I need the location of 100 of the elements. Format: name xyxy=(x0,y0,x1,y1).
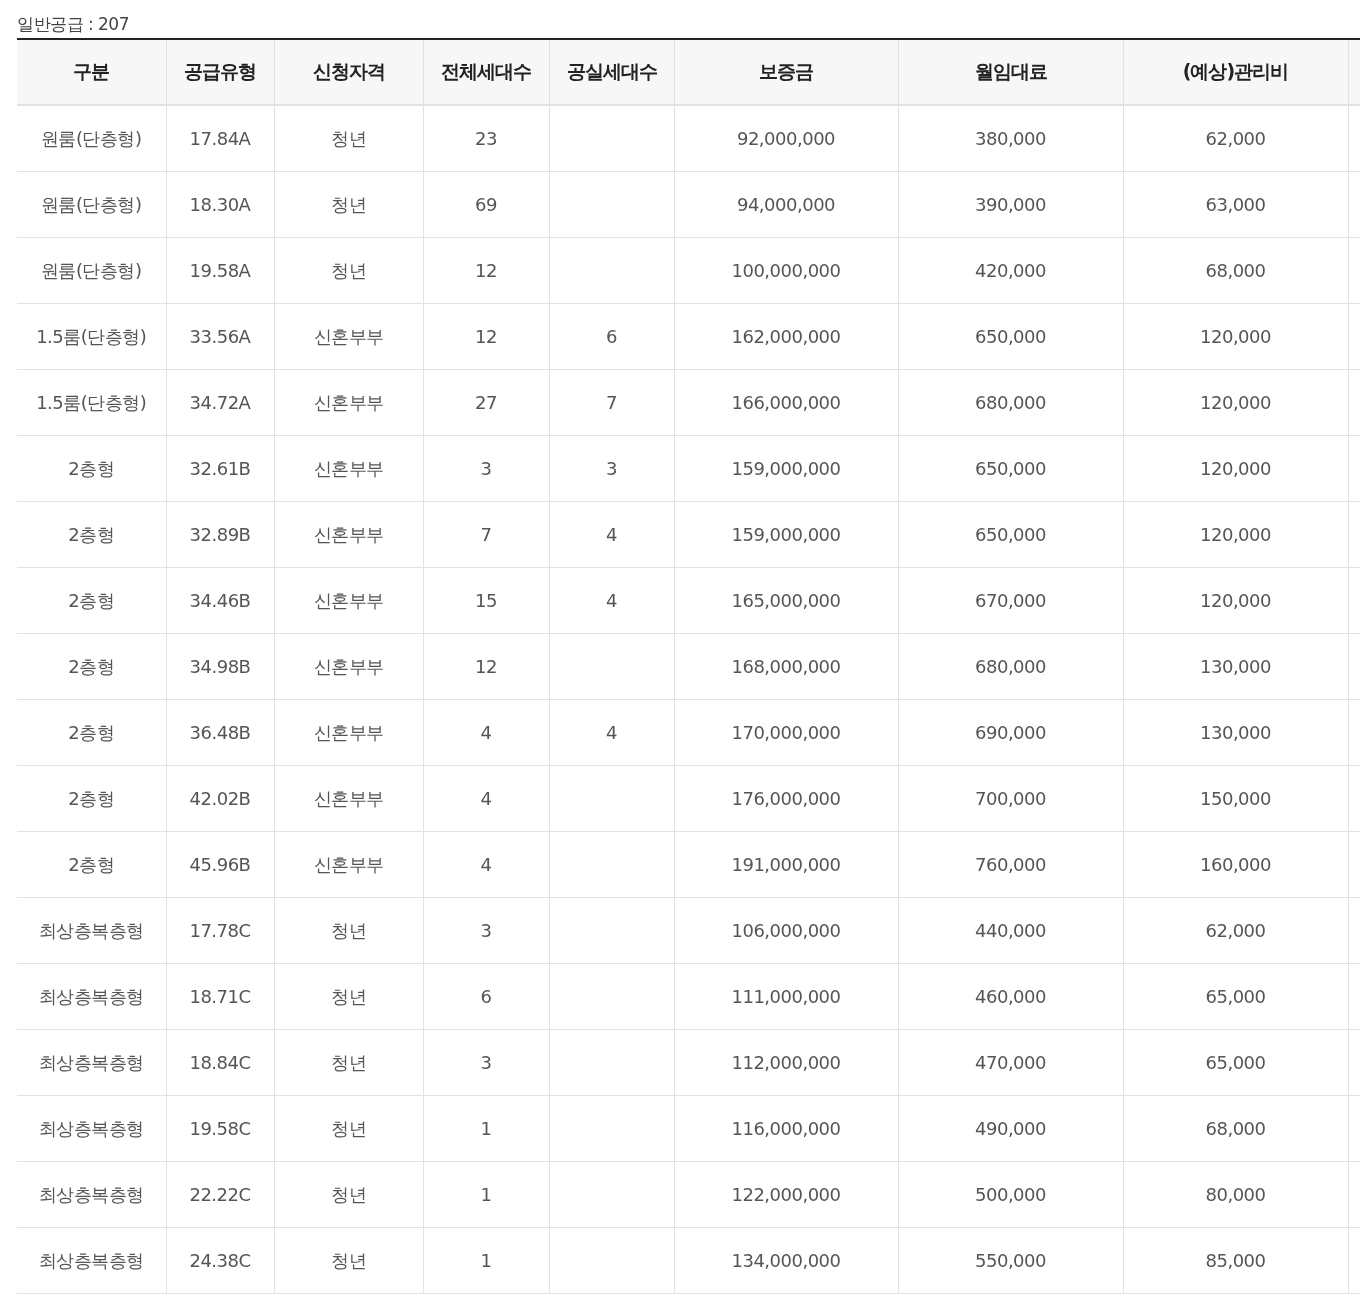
table-cell: 191,000,000 xyxy=(674,831,898,898)
table-cell: 34.98B xyxy=(166,633,274,700)
table-cell: 3 xyxy=(423,1029,549,1096)
table-cell: 650,000 xyxy=(898,435,1123,502)
table-cell: 12 xyxy=(423,237,549,304)
table-cell: 500,000 xyxy=(898,1161,1123,1228)
table-cell: 2층형 xyxy=(17,765,166,832)
table-cell: 159,000,000 xyxy=(674,501,898,568)
table-cell: 4 xyxy=(423,699,549,766)
table-cell: 63,000 xyxy=(1123,171,1348,238)
table-cell: 15 xyxy=(423,567,549,634)
table-cell: 160,000 xyxy=(1123,831,1348,898)
table-cell: 80,000 xyxy=(1123,1161,1348,1228)
table-cell: 490,000 xyxy=(898,1095,1123,1162)
table-cell: 신혼부부 xyxy=(274,765,423,832)
table-cell: 69 xyxy=(423,171,549,238)
table-cell: 65,000 xyxy=(1123,1029,1348,1096)
table-cell: 청년 xyxy=(274,963,423,1030)
table-cell: 최상층복층형 xyxy=(17,897,166,964)
table-cell: 원룸(단층형) xyxy=(17,105,166,172)
table-cell: 45.96B xyxy=(166,831,274,898)
table-cell: 760,000 xyxy=(898,831,1123,898)
table-cell: 68,000 xyxy=(1123,1095,1348,1162)
table-cell: 23 xyxy=(423,105,549,172)
table-cell: 120,000 xyxy=(1123,303,1348,370)
table-cell: 36.48B xyxy=(166,699,274,766)
table-cell: 18.84C xyxy=(166,1029,274,1096)
table-cell: 2층형 xyxy=(17,831,166,898)
table-cell: 27 xyxy=(423,369,549,436)
table-cell: 112,000,000 xyxy=(674,1029,898,1096)
table-cell: 550,000 xyxy=(898,1227,1123,1294)
supply-count-caption: 일반공급 : 207 xyxy=(17,13,130,36)
table-cell: 650,000 xyxy=(898,501,1123,568)
table-cell: 신혼부부 xyxy=(274,303,423,370)
table-cell: 150,000 xyxy=(1123,765,1348,832)
table-cell: 2층형 xyxy=(17,633,166,700)
table-cell: 3 xyxy=(549,435,674,502)
table-cell: 690,000 xyxy=(898,699,1123,766)
column-header: 공급유형 xyxy=(166,39,274,105)
table-cell: 116,000,000 xyxy=(674,1095,898,1162)
table-cell: 청년 xyxy=(274,897,423,964)
table-cell: 420,000 xyxy=(898,237,1123,304)
table-cell: 4 xyxy=(549,567,674,634)
table-cell: 170,000,000 xyxy=(674,699,898,766)
table-cell: 최상층복층형 xyxy=(17,1095,166,1162)
table-cell: 신혼부부 xyxy=(274,633,423,700)
table-cell: 3 xyxy=(423,435,549,502)
table-cell: 3 xyxy=(423,897,549,964)
table-cell: 최상층복층형 xyxy=(17,1227,166,1294)
table-cell: 92,000,000 xyxy=(674,105,898,172)
table-cell: 65,000 xyxy=(1123,963,1348,1030)
table-cell: 18.30A xyxy=(166,171,274,238)
table-cell: 4 xyxy=(549,699,674,766)
table-cell: 최상층복층형 xyxy=(17,963,166,1030)
table-cell: 700,000 xyxy=(898,765,1123,832)
table-cell: 62,000 xyxy=(1123,897,1348,964)
table-cell: 신혼부부 xyxy=(274,831,423,898)
table-cell: 17.84A xyxy=(166,105,274,172)
table-cell: 122,000,000 xyxy=(674,1161,898,1228)
table-cell: 680,000 xyxy=(898,633,1123,700)
table-cell: 32.89B xyxy=(166,501,274,568)
column-header: 신청자격 xyxy=(274,39,423,105)
column-header: 보증금 xyxy=(674,39,898,105)
table-cell: 34.72A xyxy=(166,369,274,436)
table-cell: 33.56A xyxy=(166,303,274,370)
table-cell: 2층형 xyxy=(17,501,166,568)
table-cell: 24.38C xyxy=(166,1227,274,1294)
table-cell: 120,000 xyxy=(1123,435,1348,502)
table-cell: 22.22C xyxy=(166,1161,274,1228)
table-cell: 650,000 xyxy=(898,303,1123,370)
table-cell: 390,000 xyxy=(898,171,1123,238)
table-cell: 최상층복층형 xyxy=(17,1161,166,1228)
table-cell: 85,000 xyxy=(1123,1227,1348,1294)
table-cell: 1.5룸(단층형) xyxy=(17,303,166,370)
table-cell: 청년 xyxy=(274,1029,423,1096)
table-cell: 120,000 xyxy=(1123,567,1348,634)
table-cell: 176,000,000 xyxy=(674,765,898,832)
table-cell: 원룸(단층형) xyxy=(17,171,166,238)
column-header: 월임대료 xyxy=(898,39,1123,105)
table-cell: 청년 xyxy=(274,171,423,238)
table-cell: 120,000 xyxy=(1123,369,1348,436)
table-cell: 94,000,000 xyxy=(674,171,898,238)
table-cell: 166,000,000 xyxy=(674,369,898,436)
table-cell: 청년 xyxy=(274,1161,423,1228)
table-cell: 청년 xyxy=(274,237,423,304)
table-cell: 62,000 xyxy=(1123,105,1348,172)
table-cell: 2층형 xyxy=(17,699,166,766)
column-header: 구분 xyxy=(17,39,166,105)
table-cell: 청년 xyxy=(274,1095,423,1162)
table-cell: 4 xyxy=(423,765,549,832)
table-cell: 신혼부부 xyxy=(274,435,423,502)
table-cell: 680,000 xyxy=(898,369,1123,436)
table-cell: 청년 xyxy=(274,1227,423,1294)
table-cell: 159,000,000 xyxy=(674,435,898,502)
table-cell: 19.58A xyxy=(166,237,274,304)
table-cell: 32.61B xyxy=(166,435,274,502)
table-cell: 168,000,000 xyxy=(674,633,898,700)
table-cell: 청년 xyxy=(274,105,423,172)
table-cell: 7 xyxy=(423,501,549,568)
table-cell: 34.46B xyxy=(166,567,274,634)
